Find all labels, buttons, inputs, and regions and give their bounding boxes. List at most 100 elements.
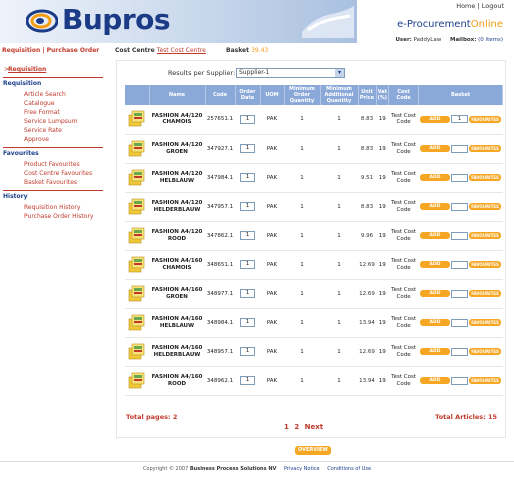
add-to-favourites-button[interactable]: FAVOURITES: [469, 232, 502, 239]
breadcrumb[interactable]: Requisition | Purchase Order: [2, 47, 99, 54]
add-to-basket-button[interactable]: ADD: [420, 174, 451, 181]
sidebar-item-service-lumpsum[interactable]: Service Lumpsum: [24, 118, 78, 125]
add-to-favourites-button[interactable]: FAVOURITES: [469, 145, 502, 152]
order-quantity-input[interactable]: 1: [240, 260, 255, 269]
add-to-favourites-button[interactable]: FAVOURITES: [469, 290, 502, 297]
product-name[interactable]: FASHION A4/160 HELBLAUW: [149, 308, 205, 338]
sidebar-item-free-format[interactable]: Free Format: [24, 109, 60, 116]
add-to-basket-button[interactable]: ADD: [420, 261, 451, 268]
uom-cell: PAK: [260, 250, 284, 280]
product-name[interactable]: FASHION A4/120 HELBLAUW: [149, 163, 205, 193]
sidebar-item-purchase-order-history[interactable]: Purchase Order History: [24, 213, 93, 220]
logout-link[interactable]: Logout: [482, 2, 504, 10]
product-image[interactable]: [125, 192, 149, 222]
order-quantity-input[interactable]: 1: [240, 376, 255, 385]
overview-button[interactable]: OVERVIEW: [295, 446, 331, 455]
product-thumbnail-icon: [127, 167, 147, 187]
add-to-basket-button[interactable]: ADD: [420, 115, 451, 123]
sidebar-item-requisition-history[interactable]: Requisition History: [24, 204, 80, 211]
basket-quantity-input[interactable]: [451, 202, 469, 211]
mailbox-link[interactable]: (0 items): [478, 37, 503, 43]
add-to-favourites-button[interactable]: FAVOURITES: [469, 319, 502, 326]
order-quantity-input[interactable]: 1: [240, 202, 255, 211]
min-additional-qty-cell: 1: [320, 308, 358, 338]
product-image[interactable]: [125, 279, 149, 309]
sidebar-item-basket-favourites[interactable]: Basket Favourites: [24, 179, 77, 186]
privacy-notice-link[interactable]: Privacy Notice: [284, 466, 320, 472]
order-quantity-input[interactable]: 1: [240, 347, 255, 356]
product-image[interactable]: [125, 163, 149, 193]
basket-quantity-input[interactable]: [451, 144, 469, 153]
sidebar-item-article-search[interactable]: Article Search: [24, 91, 66, 98]
min-order-qty-cell: 1: [284, 192, 320, 222]
basket-value[interactable]: 39.43: [251, 47, 268, 54]
order-quantity-input[interactable]: 1: [240, 173, 255, 182]
sidebar-item-product-favourites[interactable]: Product Favourites: [24, 161, 80, 168]
basket-quantity-input[interactable]: [451, 376, 469, 385]
product-name[interactable]: FASHION A4/120 GROEN: [149, 134, 205, 164]
add-to-basket-button[interactable]: ADD: [420, 145, 451, 152]
unit-price-cell: 12.69: [358, 279, 376, 309]
add-to-basket-button[interactable]: ADD: [420, 319, 451, 326]
product-code: 348651.1: [205, 250, 235, 280]
add-to-favourites-button[interactable]: FAVOURITES: [469, 203, 502, 210]
column-header-code[interactable]: Code: [205, 85, 236, 105]
order-quantity-input[interactable]: 1: [240, 231, 255, 240]
cost-centre-link[interactable]: Test Cost Centre: [157, 47, 206, 54]
next-page-link[interactable]: Next: [305, 423, 323, 431]
add-to-favourites-button[interactable]: FAVOURITES: [469, 174, 502, 181]
product-image[interactable]: [125, 250, 149, 280]
sidebar-item-catalogue[interactable]: Catalogue: [24, 100, 55, 107]
column-header-unit-price[interactable]: Unit Price: [358, 85, 377, 105]
basket-cell: ADD FAVOURITES: [418, 192, 503, 222]
sidebar-item-approve[interactable]: Approve: [24, 136, 49, 143]
add-to-basket-button[interactable]: ADD: [420, 290, 451, 297]
page-link-2[interactable]: 2: [294, 423, 299, 431]
add-to-favourites-button[interactable]: FAVOURITES: [469, 377, 502, 384]
chevron-down-icon[interactable]: ▾: [335, 69, 344, 77]
basket-quantity-input[interactable]: [451, 289, 469, 298]
product-image[interactable]: [125, 308, 149, 338]
add-to-favourites-button[interactable]: FAVOURITES: [469, 348, 502, 355]
product-name[interactable]: FASHION A4/120 HELDERBLAUW: [149, 192, 205, 222]
basket-quantity-input[interactable]: [451, 260, 469, 269]
sidebar-item-cost-centre-favourites[interactable]: Cost Centre Favourites: [24, 170, 92, 177]
order-quantity-input[interactable]: 1: [240, 318, 255, 327]
sidebar-item-service-rate[interactable]: Service Rate: [24, 127, 62, 134]
add-to-basket-button[interactable]: ADD: [420, 203, 451, 210]
order-quantity-input[interactable]: 1: [240, 144, 255, 153]
column-header-name[interactable]: Name: [149, 85, 206, 105]
add-to-basket-button[interactable]: ADD: [420, 377, 451, 384]
product-thumbnail-icon: [127, 108, 147, 128]
product-image[interactable]: [125, 134, 149, 164]
sidebar-item-requisition-active[interactable]: Requisition: [8, 66, 46, 73]
add-to-basket-button[interactable]: ADD: [420, 348, 451, 355]
add-to-favourites-button[interactable]: FAVOURITES: [469, 261, 502, 268]
product-image[interactable]: [125, 366, 149, 396]
conditions-of-use-link[interactable]: Conditions of Use: [327, 466, 371, 472]
table-row: FASHION A4/120 GROEN 347927.1 1 PAK 1 1 8.83 19…: [125, 134, 503, 164]
product-name[interactable]: FASHION A4/160 ROOD: [149, 366, 205, 396]
order-quantity-input[interactable]: 1: [240, 114, 255, 124]
product-image[interactable]: [125, 221, 149, 251]
basket-quantity-input[interactable]: [451, 173, 469, 182]
product-name[interactable]: FASHION A4/120 CHAMOIS: [149, 105, 205, 135]
order-quantity-input[interactable]: 1: [240, 289, 255, 298]
product-name[interactable]: FASHION A4/120 ROOD: [149, 221, 205, 251]
min-order-qty-cell: 1: [284, 105, 320, 135]
basket-quantity-input[interactable]: 1: [451, 115, 469, 124]
product-name[interactable]: FASHION A4/160 GROEN: [149, 279, 205, 309]
basket-quantity-input[interactable]: [451, 231, 469, 240]
basket-quantity-input[interactable]: [451, 318, 469, 327]
product-name[interactable]: FASHION A4/160 CHAMOIS: [149, 250, 205, 280]
product-image[interactable]: [125, 105, 149, 135]
product-name[interactable]: FASHION A4/160 HELDERBLAUW: [149, 337, 205, 367]
add-to-favourites-button[interactable]: FAVOURITES: [469, 115, 502, 123]
product-image[interactable]: [125, 337, 149, 367]
header: Bupros Home | Logout e-ProcurementOnline…: [0, 0, 514, 46]
page-link-1[interactable]: 1: [284, 423, 289, 431]
supplier-select[interactable]: Supplier-1 ▾: [236, 68, 345, 78]
add-to-basket-button[interactable]: ADD: [420, 232, 451, 239]
home-link[interactable]: Home: [456, 2, 475, 10]
basket-quantity-input[interactable]: [451, 347, 469, 356]
